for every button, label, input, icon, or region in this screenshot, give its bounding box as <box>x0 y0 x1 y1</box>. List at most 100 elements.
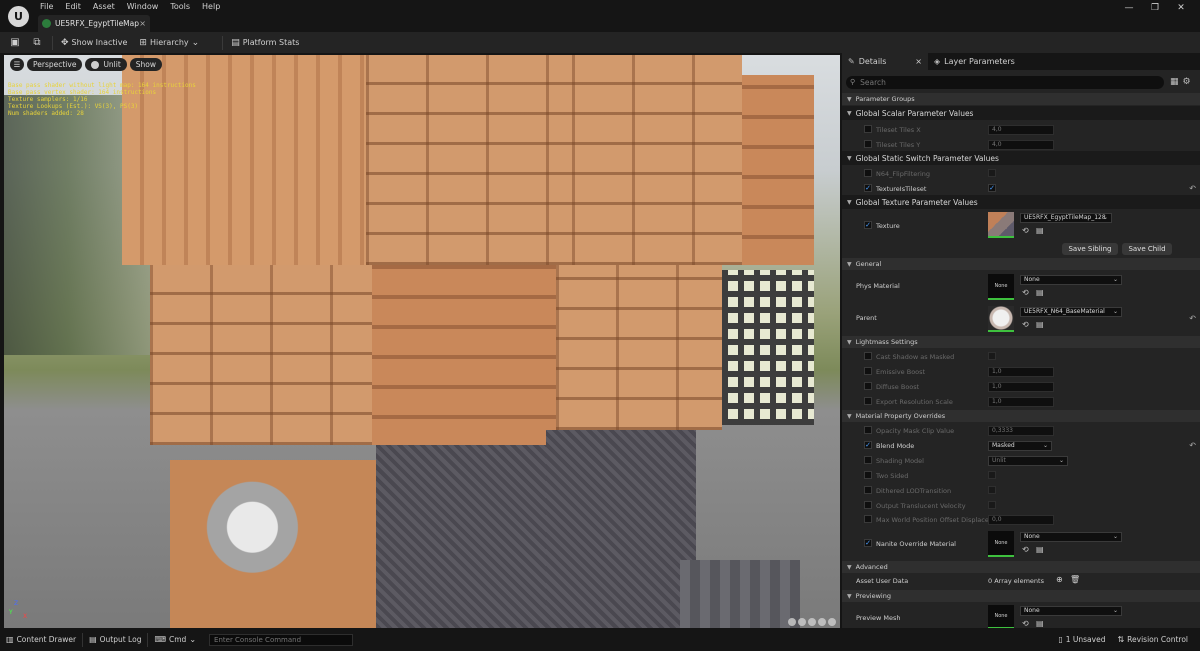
reset-arrow-icon[interactable]: ↶ <box>1189 314 1196 323</box>
n64-flip-value-checkbox[interactable] <box>988 169 996 177</box>
dithered-lod-value-checkbox[interactable] <box>988 486 996 494</box>
browse-asset-icon[interactable]: ▤ <box>1036 288 1044 297</box>
tab-details[interactable]: ✎ Details × <box>842 53 928 70</box>
preview-sphere-icon[interactable] <box>798 618 806 626</box>
close-icon[interactable]: × <box>139 19 150 28</box>
emissive-boost-input[interactable]: 1,0 <box>988 367 1054 377</box>
console-command-input[interactable] <box>209 633 354 646</box>
section-previewing[interactable]: ▼ Previewing <box>842 590 1200 602</box>
preview-cube-icon[interactable] <box>818 618 826 626</box>
texture-is-tileset-override-checkbox[interactable]: ✓ <box>864 184 872 192</box>
menu-file[interactable]: File <box>34 1 59 12</box>
shading-model-dropdown[interactable]: Unlit ⌄ <box>988 456 1068 466</box>
phys-material-picker[interactable]: None ⌄ <box>1020 275 1122 285</box>
minimize-icon[interactable]: — <box>1116 2 1142 14</box>
parent-thumbnail[interactable] <box>988 306 1014 332</box>
section-general[interactable]: ▼ General <box>842 258 1200 270</box>
cmd-dropdown[interactable]: ⌨ Cmd ⌄ <box>148 628 205 651</box>
nanite-material-picker[interactable]: None ⌄ <box>1020 532 1122 542</box>
hierarchy-button[interactable]: ⊞ Hierarchy ⌄ <box>139 38 202 48</box>
tab-layer-parameters[interactable]: ◈ Layer Parameters <box>928 53 1021 70</box>
perspective-button[interactable]: Perspective <box>27 58 83 71</box>
use-selected-icon[interactable]: ⟲ <box>1022 545 1029 554</box>
texture-thumbnail[interactable] <box>988 212 1014 238</box>
section-lightmass[interactable]: ▼ Lightmass Settings <box>842 336 1200 348</box>
search-input[interactable] <box>860 77 1141 87</box>
output-log-button[interactable]: ▤ Output Log <box>83 628 147 651</box>
blend-mode-dropdown[interactable]: Masked ⌄ <box>988 441 1052 451</box>
trash-icon[interactable]: 🗑 <box>1070 575 1080 584</box>
hamburger-menu-icon[interactable]: ☰ <box>10 58 24 71</box>
browse-asset-icon[interactable]: ▤ <box>1036 320 1044 329</box>
browse-asset-icon[interactable]: ▤ <box>1036 226 1044 235</box>
menu-window[interactable]: Window <box>121 1 165 12</box>
reset-arrow-icon[interactable]: ↶ <box>1189 441 1196 450</box>
opacity-mask-override-checkbox[interactable] <box>864 426 872 434</box>
window-close-icon[interactable]: ✕ <box>1168 2 1194 14</box>
export-resolution-override-checkbox[interactable] <box>864 397 872 405</box>
texture-is-tileset-value-checkbox[interactable]: ✓ <box>988 184 996 192</box>
two-sided-value-checkbox[interactable] <box>988 471 996 479</box>
unsaved-button[interactable]: ▯ 1 Unsaved <box>1052 628 1111 651</box>
two-sided-override-checkbox[interactable] <box>864 471 872 479</box>
browse-asset-icon[interactable]: ▤ <box>1036 545 1044 554</box>
output-translucent-value-checkbox[interactable] <box>988 501 996 509</box>
preview-plane-icon[interactable] <box>808 618 816 626</box>
show-button[interactable]: Show <box>129 58 163 71</box>
browse-asset-icon[interactable]: ▤ <box>1036 619 1044 628</box>
export-resolution-input[interactable]: 1,0 <box>988 397 1054 407</box>
restore-icon[interactable]: ❐ <box>1142 2 1168 14</box>
view-mode-button[interactable]: Unlit <box>85 58 127 71</box>
use-selected-icon[interactable]: ⟲ <box>1022 619 1029 628</box>
emissive-boost-override-checkbox[interactable] <box>864 367 872 375</box>
use-selected-icon[interactable]: ⟲ <box>1022 288 1029 297</box>
parent-asset-picker[interactable]: UE5RFX_N64_BaseMaterial ⌄ <box>1020 307 1122 317</box>
menu-asset[interactable]: Asset <box>87 1 121 12</box>
preview-mesh-picker[interactable]: None ⌄ <box>1020 606 1122 616</box>
add-element-icon[interactable]: ⊕ <box>1056 575 1063 584</box>
tileset-x-input[interactable]: 4,0 <box>988 125 1054 135</box>
tab-close-icon[interactable]: × <box>915 57 922 66</box>
opacity-mask-input[interactable]: 0,3333 <box>988 426 1054 436</box>
document-tab[interactable]: UE5RFX_EgyptTileMap... × <box>38 15 150 32</box>
menu-tools[interactable]: Tools <box>164 1 196 12</box>
use-selected-icon[interactable]: ⟲ <box>1022 226 1029 235</box>
preview-mesh-icon[interactable] <box>828 618 836 626</box>
content-drawer-button[interactable]: ▥ Content Drawer <box>0 628 82 651</box>
tileset-x-override-checkbox[interactable] <box>864 125 872 133</box>
tileset-y-override-checkbox[interactable] <box>864 140 872 148</box>
cast-shadow-override-checkbox[interactable] <box>864 352 872 360</box>
menu-help[interactable]: Help <box>196 1 226 12</box>
settings-gear-icon[interactable]: ⚙ <box>1183 77 1191 87</box>
blend-mode-override-checkbox[interactable]: ✓ <box>864 441 872 449</box>
output-translucent-override-checkbox[interactable] <box>864 501 872 509</box>
preview-cylinder-icon[interactable] <box>788 618 796 626</box>
platform-stats-button[interactable]: ▤ Platform Stats <box>231 38 299 48</box>
save-sibling-button[interactable]: Save Sibling <box>1062 243 1118 255</box>
diffuse-boost-input[interactable]: 1,0 <box>988 382 1054 392</box>
unreal-logo-icon[interactable] <box>8 6 29 27</box>
show-inactive-button[interactable]: ✥ Show Inactive <box>61 38 127 48</box>
menu-edit[interactable]: Edit <box>59 1 87 12</box>
dithered-lod-override-checkbox[interactable] <box>864 486 872 494</box>
phys-material-thumbnail[interactable]: None <box>988 274 1014 300</box>
preview-mesh-thumbnail[interactable]: None <box>988 605 1014 629</box>
use-selected-icon[interactable]: ⟲ <box>1022 320 1029 329</box>
group-global-texture[interactable]: ▼ Global Texture Parameter Values <box>842 195 1200 209</box>
table-view-icon[interactable]: ▦ <box>1170 77 1179 87</box>
cast-shadow-value-checkbox[interactable] <box>988 352 996 360</box>
n64-flip-override-checkbox[interactable] <box>864 169 872 177</box>
group-global-static-switch[interactable]: ▼ Global Static Switch Parameter Values <box>842 151 1200 165</box>
browse-icon[interactable]: ⧉ <box>30 36 44 50</box>
revision-control-button[interactable]: ⇅ Revision Control <box>1111 628 1194 651</box>
diffuse-boost-override-checkbox[interactable] <box>864 382 872 390</box>
nanite-override-checkbox[interactable]: ✓ <box>864 539 872 547</box>
texture-override-checkbox[interactable]: ✓ <box>864 221 872 229</box>
max-wpo-override-checkbox[interactable] <box>864 515 872 523</box>
texture-asset-picker[interactable]: UE5RFX_EgyptTileMap_128 ⌄ <box>1020 213 1112 223</box>
save-icon[interactable]: ▣ <box>8 36 22 50</box>
group-global-scalar[interactable]: ▼ Global Scalar Parameter Values <box>842 106 1200 120</box>
section-advanced[interactable]: ▼ Advanced <box>842 561 1200 573</box>
tileset-y-input[interactable]: 4,0 <box>988 140 1054 150</box>
section-parameter-groups[interactable]: ▼ Parameter Groups <box>842 93 1200 105</box>
